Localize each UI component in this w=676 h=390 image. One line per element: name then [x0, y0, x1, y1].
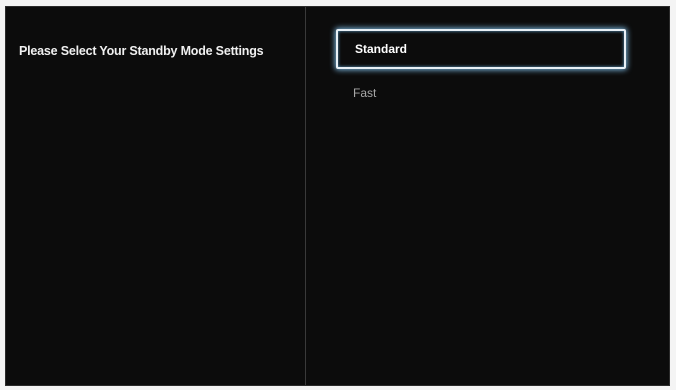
option-standard-label: Standard — [355, 42, 408, 56]
option-fast-label: Fast — [353, 86, 377, 100]
option-standard[interactable]: Standard — [336, 29, 626, 69]
option-fast[interactable]: Fast — [336, 76, 626, 110]
standby-mode-prompt: Please Select Your Standby Mode Settings — [19, 44, 264, 58]
options-panel: Standard Fast — [306, 7, 669, 385]
prompt-panel: Please Select Your Standby Mode Settings — [6, 7, 305, 385]
tv-settings-screen: Please Select Your Standby Mode Settings… — [5, 6, 670, 386]
